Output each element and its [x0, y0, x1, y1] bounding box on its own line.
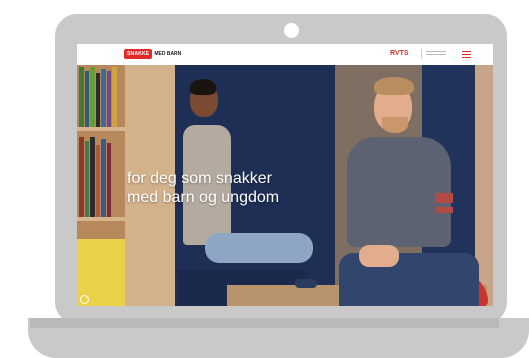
hero-section: for deg som snakker med barn og ungdom: [77, 65, 493, 306]
partner-tagline-lines: [426, 51, 446, 57]
man-beard: [382, 117, 408, 133]
logo-text: MED BARN: [154, 51, 182, 57]
boy-shoe: [295, 279, 317, 288]
site-logo[interactable]: SNAKKE MED BARN: [124, 49, 181, 59]
boy-hair: [190, 79, 216, 95]
partner-logo[interactable]: RVTS: [390, 50, 409, 58]
site-header: SNAKKE MED BARN RVTS: [77, 44, 493, 66]
webcam-dot: [284, 23, 299, 38]
man-hands: [359, 245, 399, 267]
laptop-base-hinge: [30, 318, 499, 328]
scroll-indicator-icon[interactable]: [80, 295, 89, 304]
hero-headline: for deg som snakker med barn og ungdom: [127, 169, 357, 207]
laptop-screen: SNAKKE MED BARN RVTS for deg som snakker…: [77, 44, 493, 306]
hero-headline-line-2: med barn og ungdom: [127, 189, 280, 206]
hero-headline-line-1: for deg som snakker: [127, 170, 272, 187]
logo-badge: SNAKKE: [124, 49, 153, 59]
man-hair: [374, 77, 414, 95]
sweater-stripe: [435, 193, 453, 203]
bookshelf: [77, 65, 125, 306]
boy-legs: [205, 233, 313, 263]
hamburger-menu-icon[interactable]: [462, 51, 471, 58]
partner-divider: [421, 49, 422, 59]
man-figure: [347, 137, 451, 247]
sweater-stripe: [435, 207, 453, 213]
